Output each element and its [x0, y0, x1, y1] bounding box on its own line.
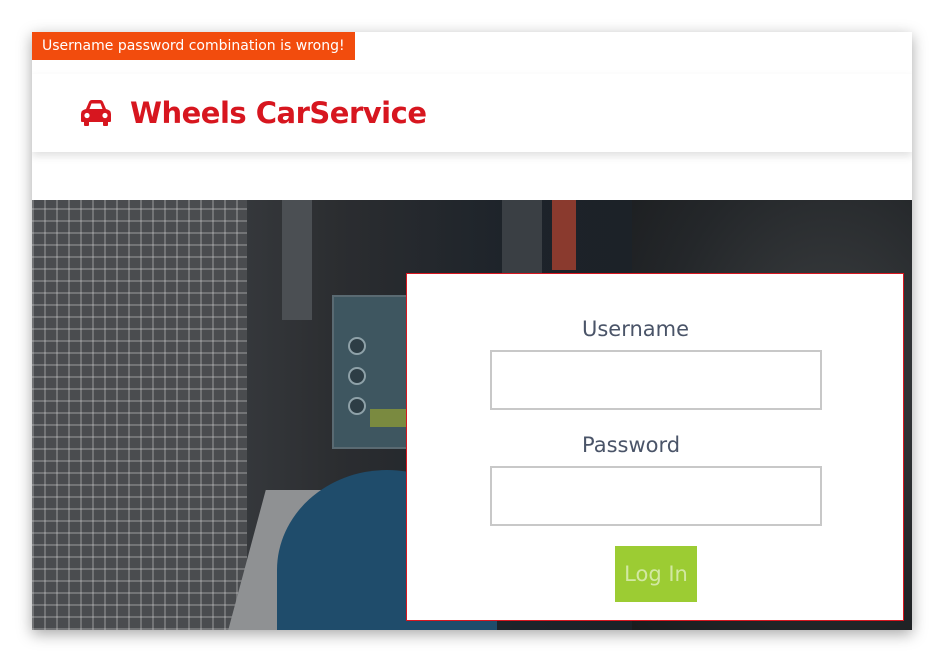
login-form: Username Password Log In [406, 273, 904, 621]
brand-name: Wheels CarService [130, 96, 427, 130]
brand-logo[interactable]: Wheels CarService [80, 74, 427, 152]
login-button[interactable]: Log In [615, 546, 697, 602]
hero-panel-sticker [370, 409, 410, 427]
username-label: Username [582, 317, 690, 341]
hero-pipe [282, 200, 312, 320]
hero-panel-knob [348, 337, 366, 355]
car-icon [80, 100, 112, 126]
hero-pipe [552, 200, 576, 270]
password-input[interactable] [490, 466, 822, 526]
hero-panel-knob [348, 397, 366, 415]
browser-page: Username password combination is wrong! … [32, 32, 912, 630]
password-label: Password [582, 433, 681, 457]
site-header: Wheels CarService [32, 74, 912, 152]
error-banner: Username password combination is wrong! [32, 32, 355, 60]
hero-panel-knob [348, 367, 366, 385]
username-input[interactable] [490, 350, 822, 410]
hero-mesh-curtain [32, 200, 247, 630]
